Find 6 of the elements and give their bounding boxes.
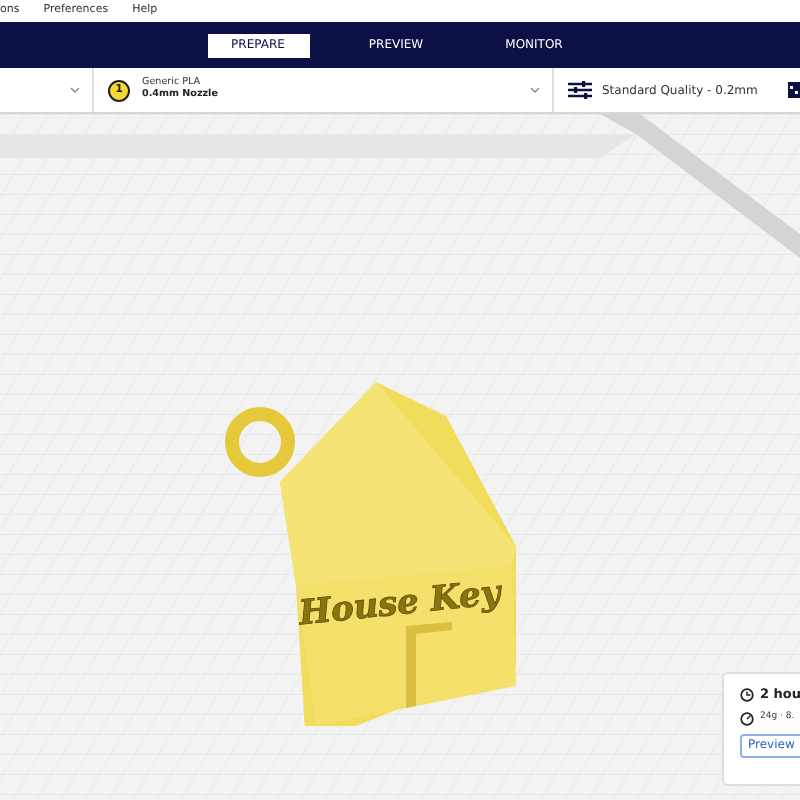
grid-icon[interactable] (788, 82, 800, 98)
chevron-icon[interactable] (70, 86, 80, 94)
chevron-icon[interactable] (530, 86, 540, 94)
settings-icon[interactable] (568, 80, 592, 100)
clock-icon (740, 688, 754, 703)
gauge-icon (740, 711, 754, 726)
